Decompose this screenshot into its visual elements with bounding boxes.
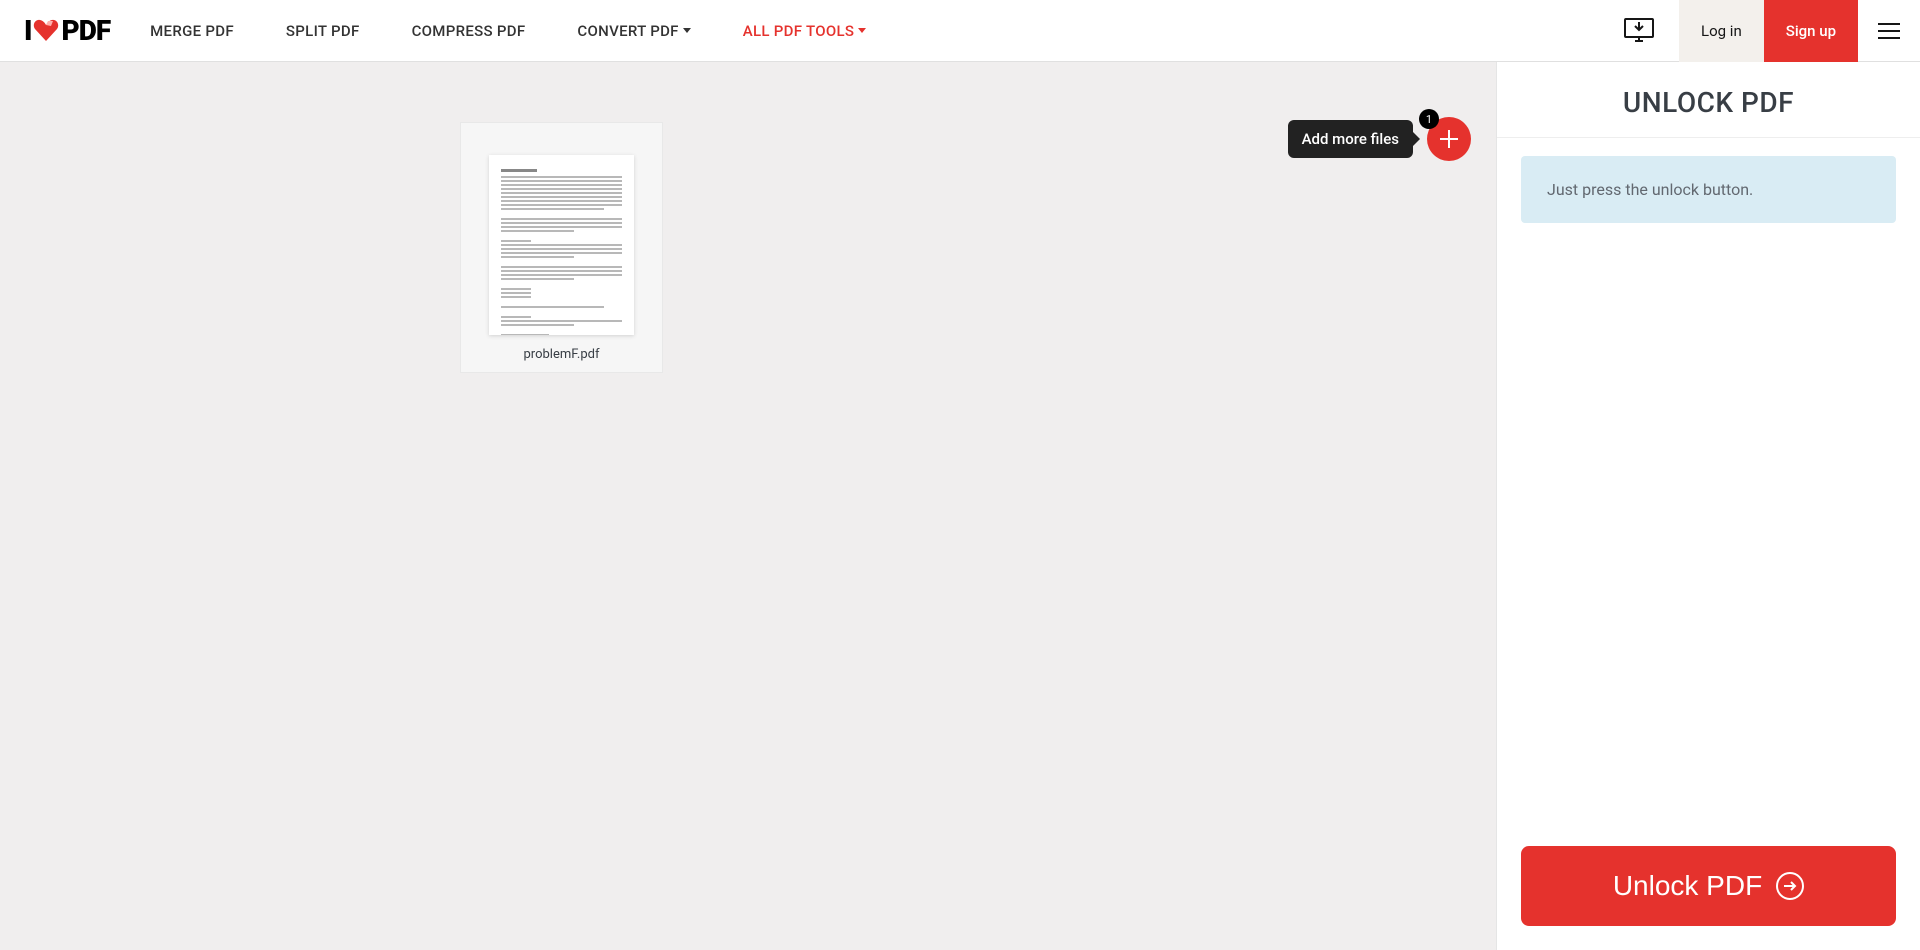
nav-split[interactable]: SPLIT PDF: [286, 22, 360, 40]
logo[interactable]: I PDF: [24, 14, 110, 47]
add-files-button[interactable]: 1: [1427, 117, 1471, 161]
chevron-down-icon: [858, 28, 866, 33]
nav-compress[interactable]: COMPRESS PDF: [412, 22, 526, 40]
sidebar-footer: Unlock PDF: [1497, 826, 1920, 950]
nav-convert[interactable]: CONVERT PDF: [577, 22, 690, 40]
sidebar-body: Just press the unlock button.: [1497, 138, 1920, 826]
nav: MERGE PDF SPLIT PDF COMPRESS PDF CONVERT…: [150, 22, 866, 40]
logo-i: I: [24, 14, 31, 47]
desktop-download-icon[interactable]: [1619, 11, 1659, 51]
unlock-button[interactable]: Unlock PDF: [1521, 846, 1896, 926]
login-button[interactable]: Log in: [1679, 0, 1764, 62]
menu-button[interactable]: [1858, 0, 1920, 62]
add-more-container: Add more files 1: [1288, 117, 1471, 161]
heart-icon: [33, 19, 59, 43]
nav-all-tools[interactable]: ALL PDF TOOLS: [743, 22, 867, 40]
signup-button[interactable]: Sign up: [1764, 0, 1858, 62]
add-more-tooltip: Add more files: [1288, 120, 1413, 158]
file-preview: [489, 155, 634, 335]
file-name: problemF.pdf: [523, 347, 599, 362]
header-right: Log in Sign up: [1619, 0, 1920, 61]
info-box: Just press the unlock button.: [1521, 156, 1896, 223]
nav-merge[interactable]: MERGE PDF: [150, 22, 234, 40]
header: I PDF MERGE PDF SPLIT PDF COMPRESS PDF C…: [0, 0, 1920, 62]
file-card[interactable]: problemF.pdf: [460, 122, 663, 373]
file-count-badge: 1: [1419, 109, 1439, 129]
workspace: problemF.pdf Add more files 1: [0, 62, 1496, 950]
hamburger-icon: [1878, 23, 1900, 39]
sidebar: UNLOCK PDF Just press the unlock button.…: [1496, 62, 1920, 950]
main: problemF.pdf Add more files 1 UNLOCK PDF…: [0, 62, 1920, 950]
chevron-down-icon: [683, 28, 691, 33]
arrow-right-icon: [1776, 872, 1804, 900]
sidebar-title: UNLOCK PDF: [1497, 62, 1920, 138]
logo-pdf: PDF: [61, 14, 110, 47]
